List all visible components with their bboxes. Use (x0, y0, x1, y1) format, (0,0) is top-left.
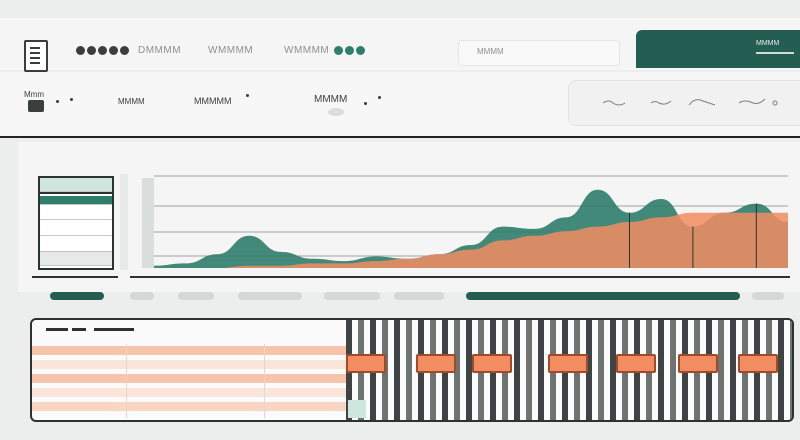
timeline-tag[interactable] (472, 354, 512, 373)
cell-highlight (348, 400, 366, 418)
table-row[interactable] (32, 374, 346, 383)
list-underline (32, 276, 118, 278)
brand-dot-icon (98, 46, 107, 55)
list-item-selected[interactable] (40, 196, 112, 205)
search-placeholder: MMMM (477, 47, 504, 56)
nav-item-1[interactable]: DMMMM (138, 45, 181, 56)
status-dot-icon (345, 46, 354, 55)
list-item[interactable] (40, 178, 112, 192)
app-logo-icon[interactable] (24, 40, 48, 72)
search-input[interactable]: MMMM (458, 40, 620, 66)
sparkline-chart (602, 98, 778, 106)
timeline-stripe (538, 320, 544, 420)
filter-dot-icon (246, 94, 249, 97)
timeline-tag[interactable] (616, 354, 656, 373)
list-item[interactable] (40, 238, 112, 252)
filter-label-1[interactable]: Mmm (24, 90, 44, 99)
horizontal-scrollbar[interactable] (466, 292, 740, 300)
filter-blob-icon (328, 108, 344, 116)
pill[interactable] (238, 292, 302, 300)
filter-label-4[interactable]: MMMM (314, 94, 347, 105)
timeline-stripe (670, 320, 676, 420)
scroll-track[interactable] (120, 174, 128, 270)
table-header-mark (94, 328, 134, 331)
timeline-stripe (718, 320, 724, 420)
pill[interactable] (324, 292, 380, 300)
filter-toggle-icon[interactable] (28, 100, 44, 112)
table-row[interactable] (32, 346, 346, 355)
brand-dots (76, 46, 129, 55)
pill[interactable] (394, 292, 444, 300)
timeline-stripe (778, 320, 784, 420)
timeline-stripe (406, 320, 412, 420)
pill[interactable] (752, 292, 784, 300)
timeline-stripe (598, 320, 604, 420)
filter-dot-icon (70, 98, 73, 101)
status-dots (334, 46, 365, 55)
table-col-divider (264, 344, 265, 418)
table-col-divider (126, 344, 127, 418)
list-item[interactable] (40, 222, 112, 236)
user-panel-underline (756, 52, 794, 54)
timeline-tag[interactable] (678, 354, 718, 373)
timeline-stripe (526, 320, 532, 420)
filter-dot-icon (56, 100, 59, 103)
timeline-tag[interactable] (738, 354, 778, 373)
table-row[interactable] (32, 402, 346, 411)
list-item[interactable] (40, 206, 112, 220)
filter-label-3[interactable]: MMMMM (194, 96, 232, 106)
sparkline-4 (738, 98, 766, 104)
brand-dot-icon (109, 46, 118, 55)
timeline-stripe (514, 320, 520, 420)
timeline-stripe (394, 320, 400, 420)
list-item[interactable] (40, 252, 112, 266)
table-row[interactable] (32, 388, 346, 397)
filter-label-2[interactable]: MMMM (118, 97, 145, 106)
pill[interactable] (178, 292, 214, 300)
area-chart[interactable] (140, 170, 790, 274)
status-dot-icon (356, 46, 365, 55)
filter-dot-icon (364, 102, 367, 105)
timeline-tag[interactable] (548, 354, 588, 373)
timeline-stripe (730, 320, 736, 420)
brand-dot-icon (120, 46, 129, 55)
nav-item-3[interactable]: WMMMM (284, 45, 329, 56)
status-dot-icon (334, 46, 343, 55)
pill-active[interactable] (50, 292, 104, 300)
table-row[interactable] (32, 360, 346, 369)
brand-dot-icon (76, 46, 85, 55)
chart-baseline (130, 276, 790, 278)
brand-dot-icon (87, 46, 96, 55)
table-header-mark (46, 328, 68, 331)
user-panel-label: MMMM (756, 40, 780, 47)
sparkline-1 (602, 100, 626, 106)
user-panel[interactable]: MMMM (636, 30, 800, 68)
timeline-stripe (658, 320, 664, 420)
sparkline-end-icon (772, 100, 778, 106)
list-divider (40, 192, 112, 194)
data-table[interactable] (30, 318, 794, 422)
timeline-stripe (790, 320, 792, 420)
filter-dot-icon (378, 96, 381, 99)
pill[interactable] (130, 292, 154, 300)
sparkline-2 (650, 100, 672, 105)
timeline-tag[interactable] (416, 354, 456, 373)
series-list[interactable] (38, 176, 114, 270)
timeline-tag[interactable] (346, 354, 386, 373)
table-header-mark (72, 328, 86, 331)
nav-item-2[interactable]: WMMMM (208, 45, 253, 56)
sparkline-card[interactable] (568, 80, 800, 126)
sparkline-3 (688, 99, 716, 106)
